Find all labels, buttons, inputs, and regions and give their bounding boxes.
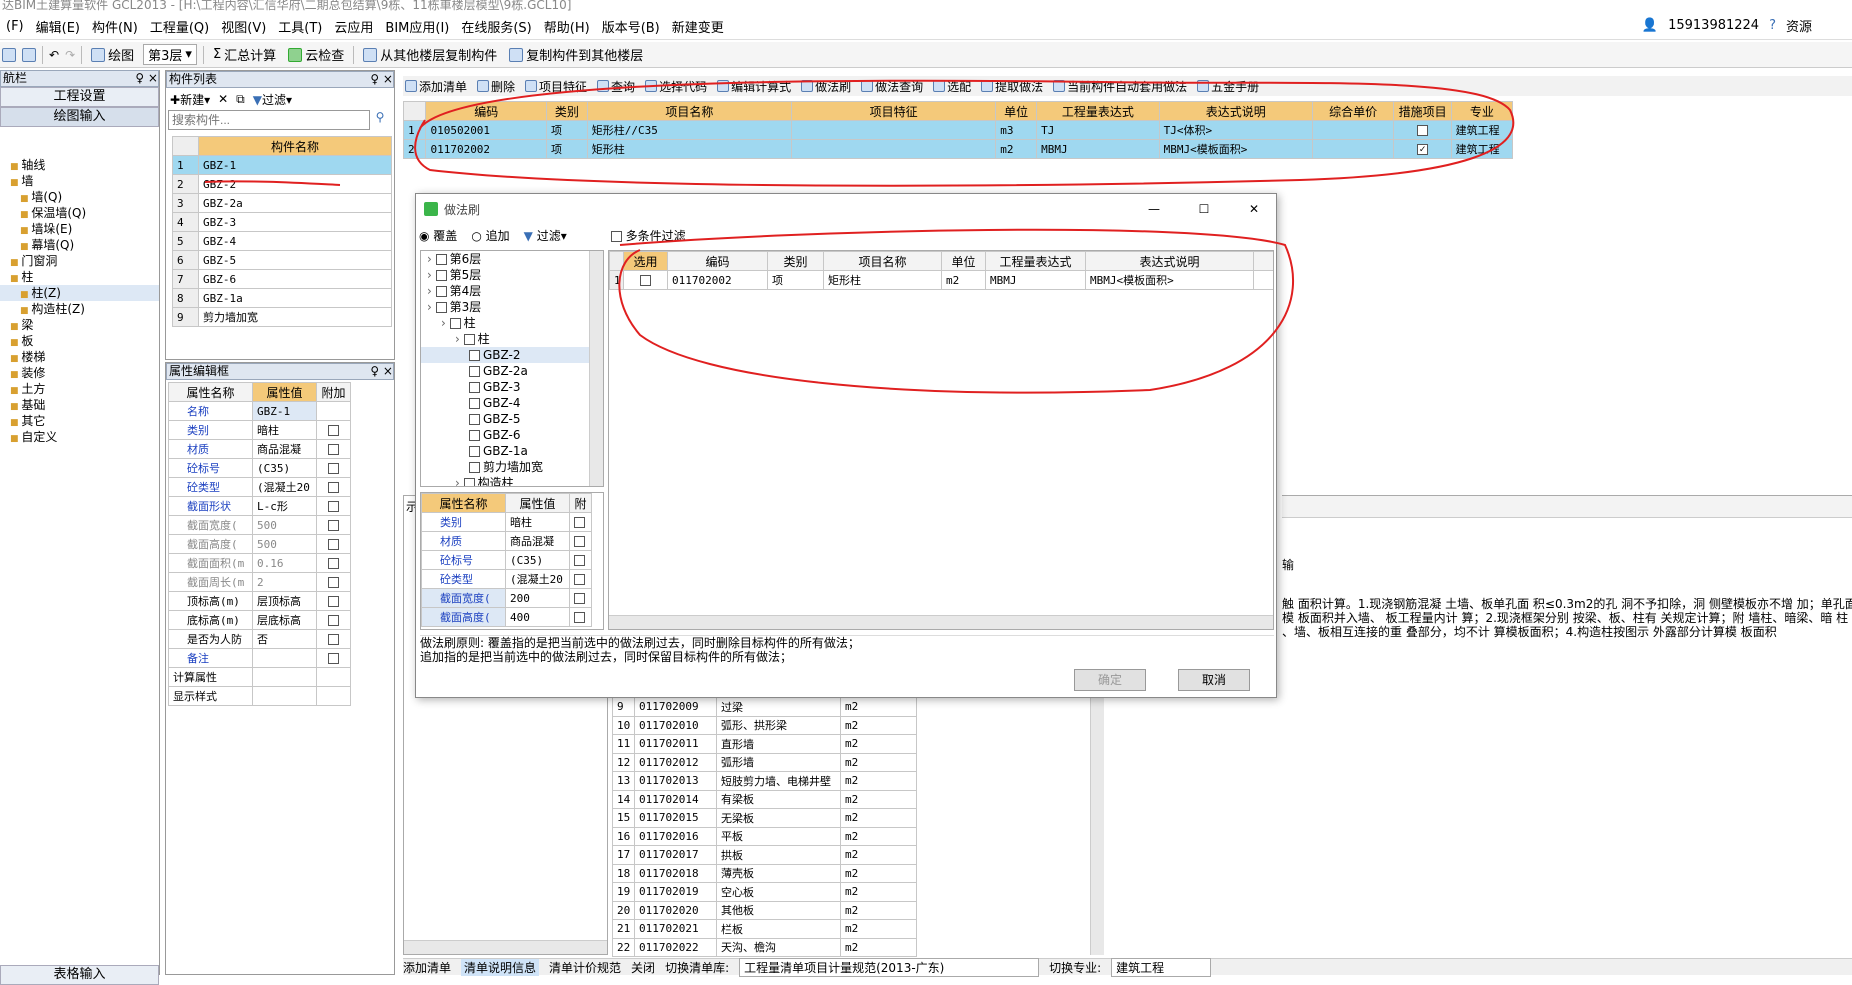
red-annotations <box>204 79 1515 394</box>
